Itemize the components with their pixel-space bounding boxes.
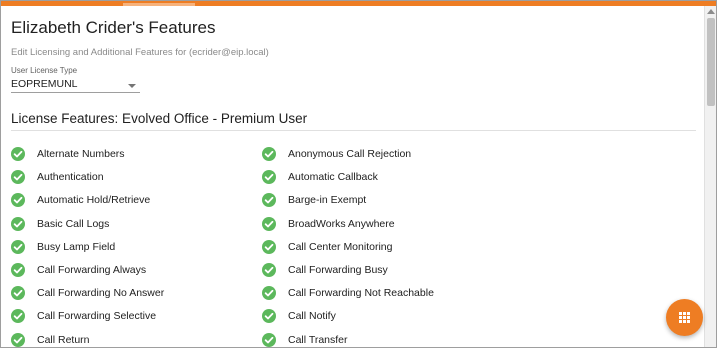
apps-grid-icon (679, 312, 690, 323)
check-circle-icon (11, 263, 25, 277)
chevron-down-icon (128, 84, 136, 88)
license-type-select[interactable]: EOPREMUNL (11, 77, 140, 93)
section-divider (11, 130, 696, 131)
page-subtitle: Edit Licensing and Additional Features f… (11, 47, 269, 58)
feature-label: Call Forwarding Selective (37, 310, 157, 323)
check-circle-icon (11, 309, 25, 324)
check-circle-icon (262, 216, 276, 231)
feature-label: Authentication (37, 171, 104, 184)
check-circle-icon (11, 147, 25, 161)
feature-label: Automatic Callback (288, 171, 378, 184)
check-circle-icon (262, 170, 276, 185)
check-circle-icon (11, 216, 25, 231)
check-circle-icon (11, 286, 25, 301)
feature-label: Call Forwarding Always (37, 264, 147, 276)
check-circle-icon (11, 239, 25, 254)
check-circle-icon (11, 170, 25, 185)
feature-label: Call Notify (288, 310, 336, 323)
feature-label: Automatic Hold/Retrieve (37, 194, 151, 207)
check-circle-icon (262, 239, 276, 254)
app-window: Elizabeth Crider's Features Edit Licensi… (0, 0, 717, 348)
license-type-value: EOPREMUNL (11, 78, 78, 90)
check-circle-icon (262, 147, 276, 161)
check-circle-icon (11, 193, 25, 208)
check-circle-icon (262, 263, 276, 277)
feature-label: Call Return (37, 333, 90, 346)
check-circle-icon (11, 332, 25, 347)
top-accent-bar (1, 1, 716, 6)
page-title: Elizabeth Crider's Features (11, 18, 216, 37)
vertical-scrollbar[interactable] (704, 6, 716, 347)
feature-label: Basic Call Logs (37, 217, 110, 230)
feature-label: Alternate Numbers (37, 148, 125, 160)
scrollbar-thumb[interactable] (707, 18, 715, 106)
feature-label: Barge-in Exempt (288, 194, 367, 207)
feature-label: Call Center Monitoring (288, 240, 393, 253)
feature-label: Call Forwarding Not Reachable (288, 287, 434, 300)
feature-label: Call Forwarding No Answer (37, 287, 165, 300)
check-circle-icon (262, 332, 276, 347)
check-circle-icon (262, 193, 276, 208)
feature-label: BroadWorks Anywhere (288, 217, 395, 230)
apps-fab-button[interactable] (666, 299, 703, 336)
feature-label: Call Transfer (288, 333, 348, 346)
check-circle-icon (262, 309, 276, 324)
feature-label: Busy Lamp Field (37, 240, 116, 253)
section-title: License Features: Evolved Office - Premi… (11, 111, 308, 126)
scroll-up-arrow-icon[interactable] (707, 9, 715, 14)
feature-label: Call Forwarding Busy (288, 264, 388, 276)
active-tab-indicator (123, 3, 195, 6)
feature-label: Anonymous Call Rejection (288, 148, 412, 160)
license-type-label: User License Type (11, 66, 78, 75)
check-circle-icon (262, 286, 276, 301)
